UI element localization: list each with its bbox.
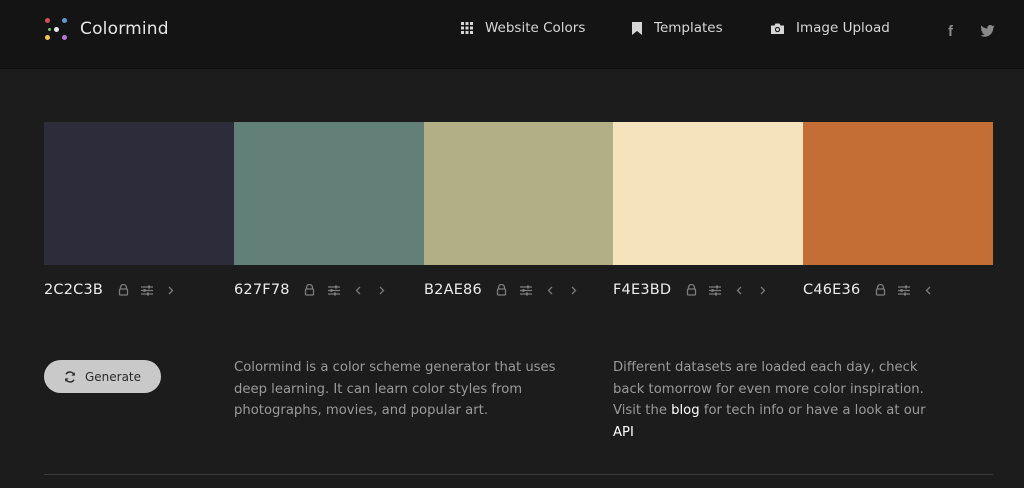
chevron-right-icon[interactable] (755, 282, 771, 298)
twitter-icon (980, 25, 995, 37)
lock-icon[interactable] (683, 282, 699, 298)
blog-link[interactable]: blog (671, 403, 699, 418)
hex-code[interactable]: B2AE86 (424, 282, 482, 298)
bookmark-icon (632, 21, 642, 35)
sliders-icon[interactable] (896, 282, 912, 298)
nav-templates-label: Templates (654, 20, 723, 36)
chevron-right-icon[interactable] (566, 282, 582, 298)
nav-image-upload-label: Image Upload (796, 20, 890, 36)
hex-code[interactable]: F4E3BD (613, 282, 671, 298)
logo-link[interactable]: Colormind (44, 17, 169, 41)
chevron-right-icon[interactable] (163, 282, 179, 298)
description-left: Colormind is a color scheme generator th… (234, 360, 556, 418)
lock-icon[interactable] (115, 282, 131, 298)
chevron-left-icon[interactable] (542, 282, 558, 298)
generate-label: Generate (84, 369, 142, 384)
grid-icon (461, 22, 473, 34)
sliders-icon[interactable] (326, 282, 342, 298)
nav-website-colors[interactable]: Website Colors (461, 20, 585, 36)
app-title: Colormind (80, 19, 169, 39)
api-link[interactable]: API (613, 425, 634, 440)
swatch-controls-5: C46E36 (803, 280, 944, 300)
chevron-right-icon[interactable] (374, 282, 390, 298)
camera-icon (771, 23, 784, 34)
hex-code[interactable]: C46E36 (803, 282, 860, 298)
chevron-left-icon[interactable] (920, 282, 936, 298)
hex-code[interactable]: 2C2C3B (44, 282, 103, 298)
swatch-5[interactable] (803, 122, 993, 265)
nav-image-upload[interactable]: Image Upload (771, 20, 890, 36)
lock-icon[interactable] (494, 282, 510, 298)
swatch-2[interactable] (233, 122, 424, 265)
lock-icon[interactable] (872, 282, 888, 298)
chevron-left-icon[interactable] (350, 282, 366, 298)
chevron-left-icon[interactable] (731, 282, 747, 298)
swatch-controls-1: 2C2C3B (44, 280, 187, 300)
swatch-4[interactable] (613, 122, 804, 265)
swatch-controls-3: B2AE86 (424, 280, 590, 300)
swatch-1[interactable] (44, 122, 234, 265)
refresh-icon (65, 370, 75, 383)
facebook-link[interactable]: f (948, 21, 953, 40)
top-navbar: Colormind Website Colors Templates Image… (0, 0, 1024, 69)
facebook-icon: f (948, 23, 953, 40)
sliders-icon[interactable] (139, 282, 155, 298)
palette-swatches (44, 122, 993, 265)
sliders-icon[interactable] (518, 282, 534, 298)
hex-code[interactable]: 627F78 (234, 282, 290, 298)
swatch-3[interactable] (423, 122, 614, 265)
swatch-controls-4: F4E3BD (613, 280, 779, 300)
nav-website-colors-label: Website Colors (485, 20, 586, 36)
sliders-icon[interactable] (707, 282, 723, 298)
lock-icon[interactable] (302, 282, 318, 298)
generate-button[interactable]: Generate (44, 360, 161, 393)
nav-templates[interactable]: Templates (632, 20, 723, 36)
footer-divider (44, 474, 993, 475)
swatch-controls-2: 627F78 (234, 280, 398, 300)
description-right-text-2: for tech info or have a look at our (703, 403, 926, 418)
description-right: Different datasets are loaded each day, … (613, 357, 943, 443)
twitter-link[interactable] (980, 22, 995, 41)
colormind-logo-icon (44, 17, 68, 41)
